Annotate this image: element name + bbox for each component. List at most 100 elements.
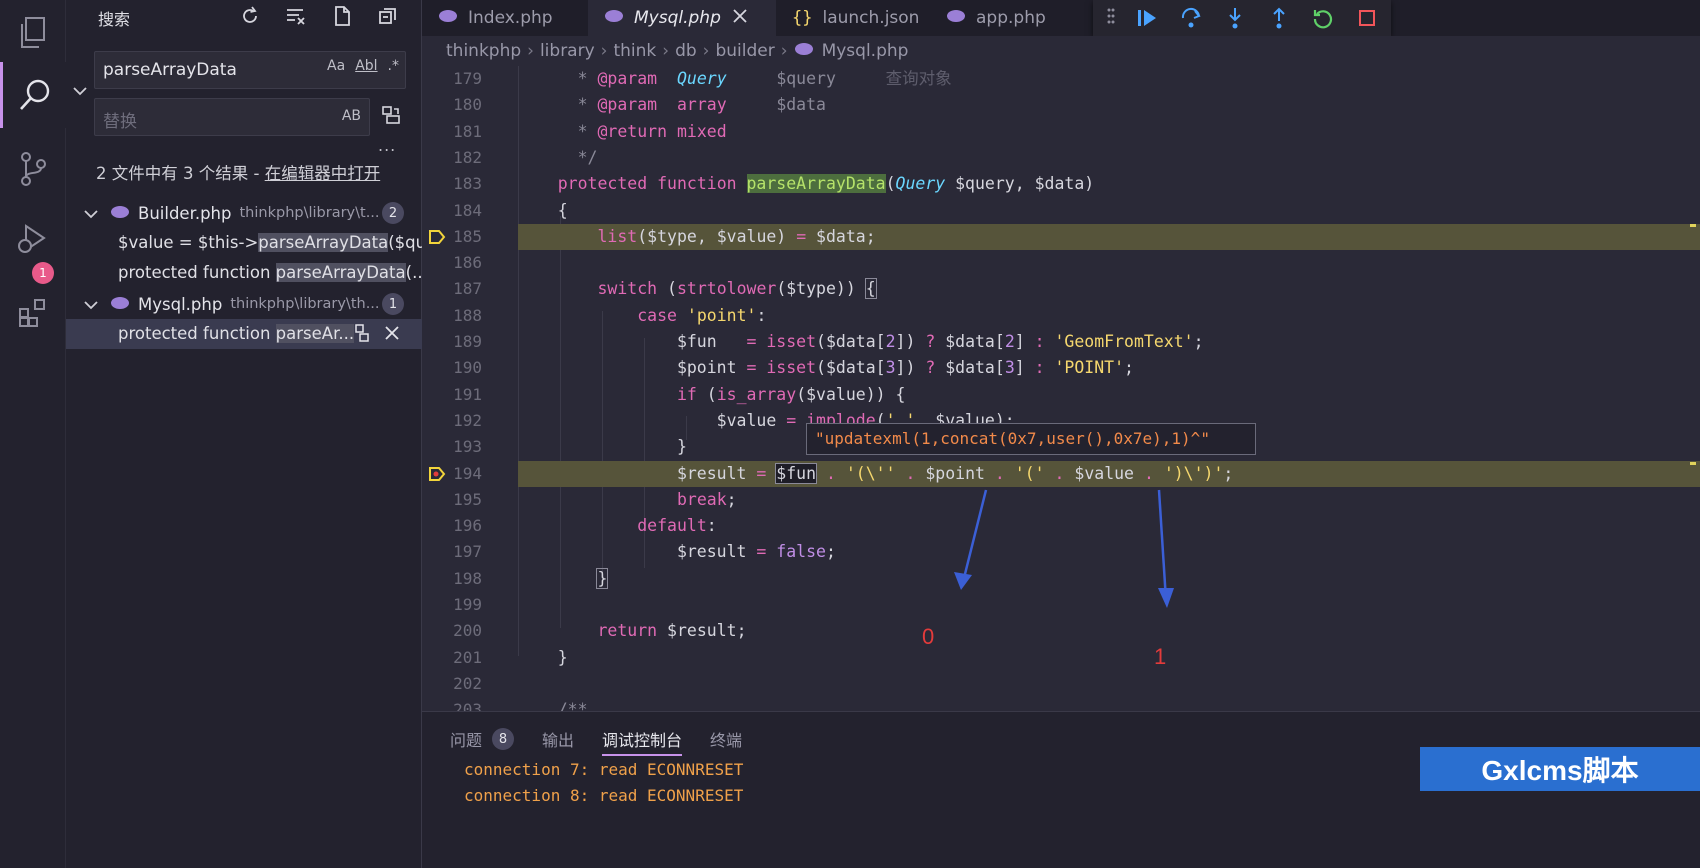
editor-tab-bar: Index.php Mysql.php {} launch.json app.p… [422, 0, 1700, 36]
result-file-path: thinkphp\library\t... [239, 205, 380, 221]
step-over-icon[interactable] [1169, 3, 1213, 33]
match-row[interactable]: protected function parseArrayData(... [66, 258, 422, 288]
breadcrumb-item[interactable]: think [613, 41, 656, 61]
tab-terminal[interactable]: 终端 [710, 724, 742, 754]
match-highlight: parseArrayData [258, 233, 389, 252]
match-whole-word-toggle[interactable]: Abl [355, 58, 377, 74]
breadcrumb-item[interactable]: thinkphp [446, 41, 521, 61]
tab-label: 终端 [710, 731, 743, 750]
php-icon [438, 8, 458, 28]
match-case-toggle[interactable]: Aa [327, 58, 345, 74]
drag-handle-icon[interactable] [1107, 7, 1115, 29]
toggle-search-details[interactable]: ... [378, 136, 396, 155]
replace-input[interactable]: 替换 AB [94, 98, 370, 136]
annotation-arrow [1157, 489, 1168, 601]
sidebar-title: 搜索 [98, 10, 131, 29]
tab-index-php[interactable]: Index.php [422, 0, 586, 36]
restart-icon[interactable] [1301, 3, 1345, 33]
code-editor[interactable]: 179 * @param Query $query 查询对象 180 * @pa… [422, 66, 1700, 711]
replace-toggle-chevron-icon[interactable] [72, 82, 88, 101]
php-icon [946, 8, 966, 28]
tab-label: launch.json [822, 8, 920, 28]
match-count-badge: 1 [382, 293, 404, 315]
search-icon[interactable] [0, 62, 66, 128]
match-prefix: protected function [118, 324, 276, 343]
match-prefix: $value = $this-> [118, 233, 259, 252]
php-icon [604, 8, 624, 28]
php-file-icon [110, 295, 130, 314]
sidebar-actions [238, 4, 400, 28]
step-out-icon[interactable] [1257, 3, 1301, 33]
breadcrumb-item[interactable]: builder [715, 41, 774, 61]
chevron-right-icon: › [702, 41, 710, 61]
replace-all-icon[interactable] [378, 102, 404, 128]
tab-problems[interactable]: 问题 8 [450, 724, 515, 754]
result-file-path: thinkphp\library\th... [230, 296, 380, 312]
result-summary: 2 文件中有 3 个结果 - 在编辑器中打开 [96, 160, 396, 187]
tab-launch-json[interactable]: {} launch.json [776, 0, 946, 36]
json-icon: {} [792, 8, 813, 28]
match-count-badge: 2 [382, 202, 404, 224]
result-file-row[interactable]: Builder.php thinkphp\library\t... 2 [66, 198, 422, 228]
tab-app-php[interactable]: app.php [930, 0, 1094, 36]
match-prefix: protected function [118, 263, 276, 282]
tab-label: Mysql.php [634, 8, 721, 28]
panel-tabs: 问题 8 输出 调试控制台 终端 [450, 724, 770, 756]
tab-label: 问题 [450, 731, 483, 750]
activity-bar: 1 [0, 0, 66, 868]
tab-mysql-php[interactable]: Mysql.php [588, 0, 776, 36]
source-control-icon[interactable] [0, 136, 66, 202]
preserve-case-toggle[interactable]: AB [342, 108, 361, 124]
chevron-down-icon [84, 295, 104, 314]
dismiss-icon[interactable] [384, 323, 400, 349]
run-debug-icon[interactable] [0, 206, 66, 272]
match-highlight: parseArrayData [275, 263, 406, 282]
watermark-logo: Gxlcms脚本 [1420, 747, 1700, 791]
stop-icon[interactable] [1345, 3, 1389, 33]
search-options: Aa Abl .* [327, 58, 399, 74]
annotation-arrow [960, 489, 988, 587]
problems-count-badge: 8 [492, 728, 515, 750]
collapse-all-icon[interactable] [376, 4, 400, 28]
step-into-icon[interactable] [1213, 3, 1257, 33]
search-input[interactable]: parseArrayData Aa Abl .* [94, 51, 406, 89]
breadcrumb-item[interactable]: library [540, 41, 595, 61]
result-file-name: Mysql.php [138, 294, 223, 314]
chevron-right-icon: › [780, 41, 788, 61]
annotation-arrows [954, 489, 1174, 608]
breadcrumb: thinkphp › library › think › db › builder › M… [422, 36, 1700, 66]
extensions-icon[interactable] [0, 280, 66, 346]
match-row-selected[interactable]: protected function parseAr... [66, 319, 422, 349]
refresh-icon[interactable] [238, 4, 262, 28]
result-file-name: Builder.php [138, 203, 232, 223]
chevron-right-icon: › [662, 41, 670, 61]
explorer-icon[interactable] [0, 0, 66, 66]
chevron-down-icon [84, 204, 104, 223]
tab-label: 调试控制台 [602, 731, 683, 750]
console-line: connection 8: read ECONNRESET [464, 786, 744, 805]
continue-icon[interactable] [1125, 3, 1169, 33]
replace-icon[interactable] [354, 323, 370, 349]
close-icon[interactable] [733, 8, 747, 28]
search-sidebar: 搜索 parseArrayData Aa Abl .* 替换 AB ... 2 … [66, 0, 422, 868]
match-suffix: (... [405, 263, 422, 282]
chevron-right-icon: › [527, 41, 534, 61]
tab-output[interactable]: 输出 [542, 724, 574, 754]
tab-label: app.php [976, 8, 1046, 28]
use-regex-toggle[interactable]: .* [388, 58, 399, 74]
overview-ruler-mark [1690, 224, 1696, 227]
search-input-value: parseArrayData [103, 60, 237, 80]
vscode-window: 1 搜索 parseArrayData Aa Abl .* 替换 AB ... … [0, 0, 1700, 868]
console-line: connection 7: read ECONNRESET [464, 760, 744, 779]
new-search-editor-icon[interactable] [330, 4, 354, 28]
clear-results-icon[interactable] [284, 4, 308, 28]
tab-debug-console[interactable]: 调试控制台 [602, 724, 683, 756]
open-in-editor-link[interactable]: 在编辑器中打开 [265, 164, 381, 183]
breadcrumb-item[interactable]: Mysql.php [822, 41, 909, 61]
overview-ruler-mark [1690, 462, 1696, 465]
php-icon [794, 41, 814, 61]
match-row[interactable]: $value = $this->parseArrayData($qu... [66, 228, 422, 258]
result-file-row[interactable]: Mysql.php thinkphp\library\th... 1 [66, 289, 422, 319]
breadcrumb-item[interactable]: db [675, 41, 697, 61]
match-suffix: ($qu... [388, 233, 422, 252]
